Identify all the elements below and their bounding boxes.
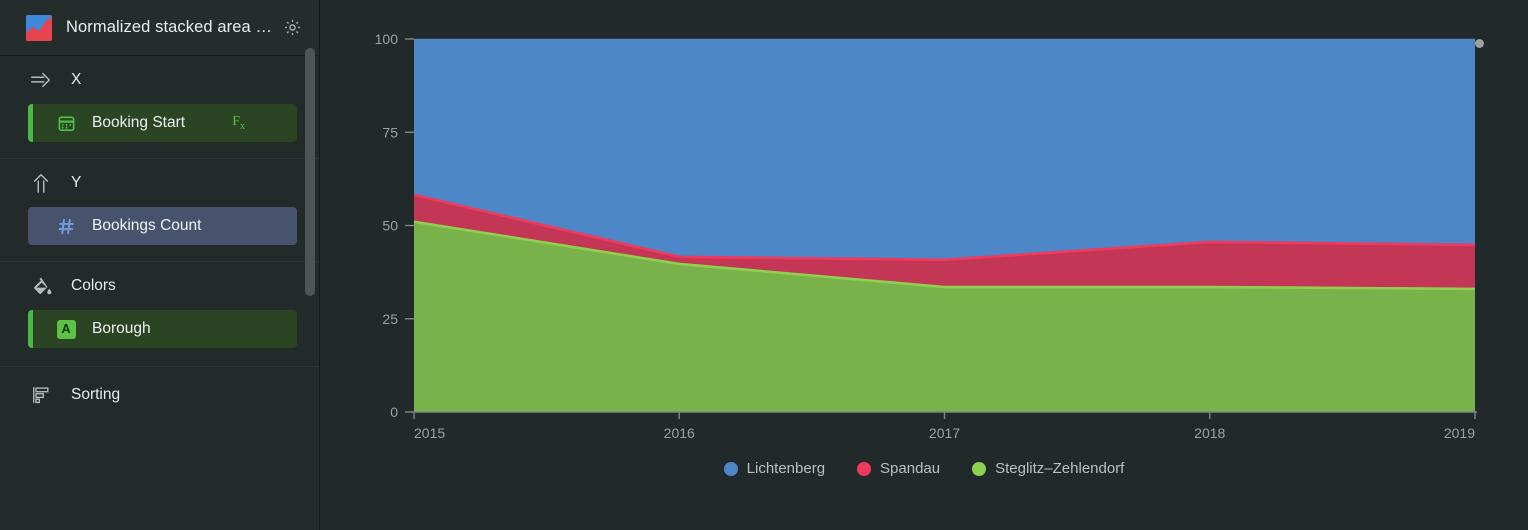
shelf-colors: Colors A Borough [0,262,319,367]
shelf-y-header: Y [22,159,297,207]
shelf-sorting-label: Sorting [71,386,121,403]
shelf-colors-label: Colors [71,277,116,294]
legend-item[interactable]: Steglitz–Zehlendorf [972,460,1124,477]
chart-legend: Lichtenberg Spandau Steglitz–Zehlendorf [320,460,1528,477]
field-pill-label: Borough [92,320,151,337]
y-axis-labels: 0 25 50 75 100 [375,31,399,420]
legend-color-dot [972,461,987,476]
calendar-icon [54,111,78,135]
x-tick-label: 2015 [414,425,445,441]
x-tick-label: 2016 [664,425,695,441]
visualization-editor: Normalized stacked area … X Booking Star… [0,0,1528,530]
arrow-right-icon [28,67,54,93]
panel-title: Normalized stacked area … [66,18,273,36]
legend-label: Steglitz–Zehlendorf [995,460,1125,477]
calculated-field-indicator[interactable]: Fx [232,114,245,132]
field-pill-borough[interactable]: A Borough [28,310,297,348]
shelf-colors-header: Colors [22,262,297,310]
field-pill-bookings-count[interactable]: Bookings Count [28,207,297,245]
legend-label: Spandau [880,460,941,477]
stacked-area-chart-icon[interactable] [26,14,52,41]
y-tick-label: 25 [382,311,398,327]
sidebar-scrollbar[interactable] [305,48,315,296]
gear-icon[interactable] [279,15,305,41]
shelf-y-label: Y [71,174,82,191]
legend-color-dot [723,461,738,476]
plot-svg: 0 25 50 75 100 2015 2016 2017 2018 2019 [375,31,1477,441]
legend-item[interactable]: Lichtenberg [723,460,826,477]
y-tick-label: 100 [375,31,399,47]
hash-icon [54,214,78,238]
y-tick-label: 75 [382,124,398,140]
legend-item[interactable]: Spandau [857,460,940,477]
x-tick-label: 2018 [1194,425,1225,441]
field-pill-booking-start[interactable]: Booking Start Fx [28,104,297,142]
shelf-x: X Booking Start Fx [0,56,319,159]
field-pill-label: Booking Start [92,114,186,131]
attribute-a-badge-icon: A [54,317,78,341]
shelf-y: Y Bookings Count [0,159,319,262]
legend-color-dot [857,461,872,476]
legend-label: Lichtenberg [746,460,826,477]
field-pill-label: Bookings Count [92,217,202,234]
y-tick-label: 50 [382,218,398,234]
shelf-x-label: X [71,71,82,88]
attribute-badge-letter: A [56,319,76,339]
chart-canvas: 0 25 50 75 100 2015 2016 2017 2018 2019 Lichtenb… [320,0,1528,530]
shelf-x-header: X [22,56,297,104]
area-series-group[interactable] [413,39,1476,412]
panel-header: Normalized stacked area … [0,0,319,56]
sorting-icon [28,382,54,408]
y-tick-label: 0 [390,404,398,420]
paint-bucket-icon [28,273,54,299]
shelf-sorting: Sorting [0,367,319,423]
x-tick-label: 2017 [929,425,960,441]
x-tick-label: 2019 [1444,425,1475,441]
config-sidebar: Normalized stacked area … X Booking Star… [0,0,320,530]
shelf-sorting-header[interactable]: Sorting [22,367,297,423]
x-axis-labels: 2015 2016 2017 2018 2019 [414,425,1475,441]
arrow-up-icon [28,170,54,196]
